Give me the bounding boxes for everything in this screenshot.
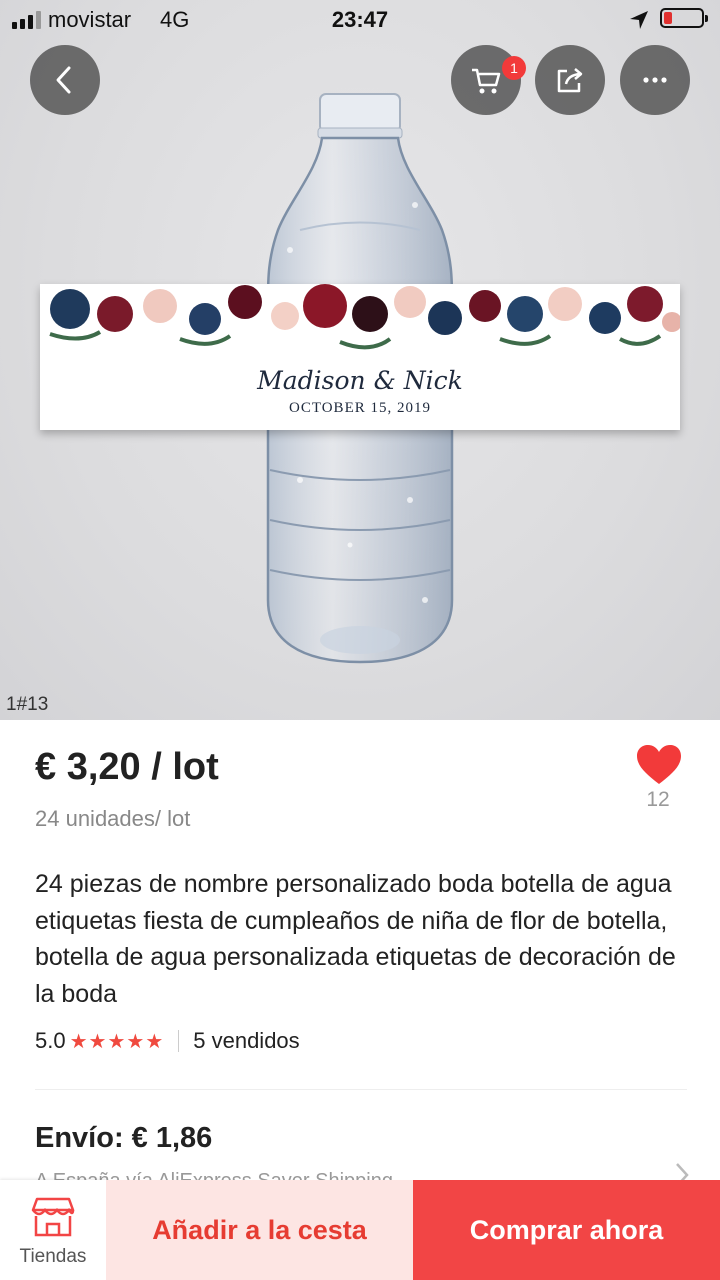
wishlist-count: 12	[646, 788, 670, 811]
back-button[interactable]	[30, 45, 100, 115]
divider	[35, 1089, 687, 1090]
product-title: 24 piezas de nombre personalizado boda b…	[35, 870, 676, 1008]
rating-separator	[178, 1030, 180, 1052]
rating-value: 5.0	[35, 1028, 66, 1053]
store-button[interactable]: Tiendas	[0, 1180, 106, 1280]
more-button[interactable]	[620, 45, 690, 115]
buy-now-button[interactable]: Comprar ahora	[413, 1180, 720, 1280]
add-to-cart-button[interactable]: Añadir a la cesta	[106, 1180, 413, 1280]
bottom-action-bar: Tiendas Añadir a la cesta Comprar ahora	[0, 1180, 720, 1280]
bottle-label: Madison & Nick OCTOBER 15, 2019	[40, 284, 680, 430]
wishlist-heart-icon[interactable]	[636, 744, 682, 786]
cart-icon	[472, 68, 501, 94]
label-date: OCTOBER 15, 2019	[289, 400, 431, 416]
location-arrow-icon	[630, 11, 648, 29]
share-button[interactable]	[535, 45, 605, 115]
sold-count: 5 vendidos	[193, 1028, 300, 1053]
status-bar: movistar 4G 23:47	[0, 0, 720, 40]
rating-stars-icon: ★★★★★	[69, 1030, 165, 1053]
battery-icon	[660, 8, 708, 28]
floral-decoration	[49, 284, 680, 350]
image-counter: 1#13	[6, 694, 49, 715]
share-icon	[557, 68, 583, 93]
product-price: € 3,20 / lot	[35, 746, 219, 788]
store-label: Tiendas	[19, 1246, 87, 1267]
clock: 23:47	[331, 7, 389, 32]
product-image[interactable]: Madison & Nick OCTOBER 15, 2019 1#13	[0, 0, 720, 720]
rating-row[interactable]: 5.0 ★★★★★ 5 vendidos	[35, 1028, 300, 1054]
more-dots-icon	[643, 77, 667, 83]
store-icon	[31, 1197, 75, 1237]
cart-badge: 1	[502, 56, 526, 80]
unit-info: 24 unidades/ lot	[35, 806, 191, 831]
back-chevron-icon	[56, 66, 71, 94]
battery-level	[664, 12, 672, 24]
shipping-cost[interactable]: Envío: € 1,86	[35, 1122, 212, 1155]
label-names: Madison & Nick	[257, 366, 463, 395]
